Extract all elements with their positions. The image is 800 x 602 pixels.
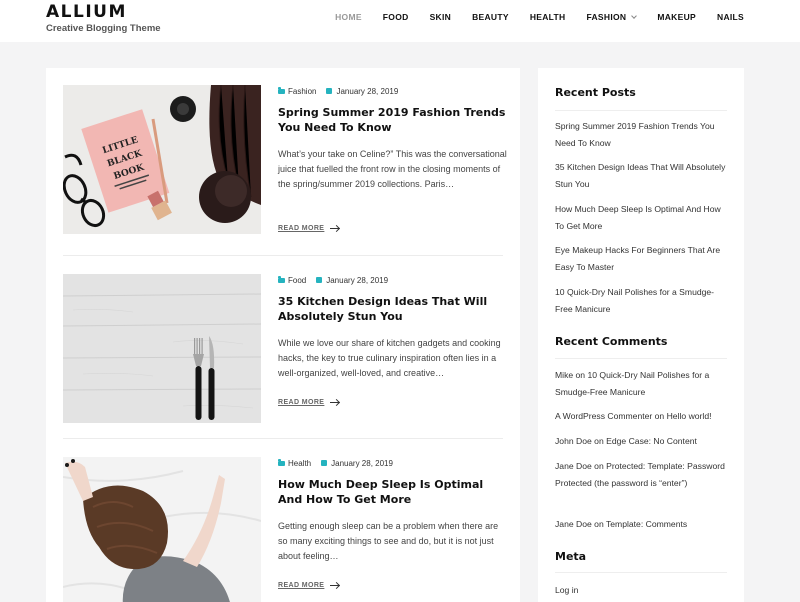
post-excerpt: What’s your take on Celine?” This was th… <box>278 149 507 189</box>
site-logo[interactable]: ALLIUM <box>46 2 127 22</box>
calendar-icon <box>326 88 333 94</box>
recent-post-link[interactable]: Eye Makeup Hacks For Beginners That Are … <box>555 242 731 275</box>
recent-comment-link[interactable]: Mike on 10 Quick-Dry Nail Polishes for a… <box>555 367 731 400</box>
arrow-right-icon <box>330 585 340 586</box>
read-more-label: READ MORE <box>278 582 325 589</box>
nav-item-health[interactable]: HEALTH <box>530 12 566 22</box>
folder-icon <box>278 276 285 283</box>
nav-item-makeup[interactable]: MAKEUP <box>657 12 696 22</box>
post-thumbnail[interactable]: LITTLE BLACK BOOK <box>63 85 261 234</box>
recent-comment-link[interactable]: Jane Doe on Protected: Template: Passwor… <box>555 458 731 491</box>
post-category[interactable]: Fashion <box>288 87 316 96</box>
recent-comment-link[interactable]: Jane Doe on Template: Comments <box>555 516 731 533</box>
post-date[interactable]: January 28, 2019 <box>336 87 398 96</box>
read-more-link[interactable]: READ MORE <box>278 399 340 406</box>
read-more-label: READ MORE <box>278 225 325 232</box>
post-excerpt: While we love our share of kitchen gadge… <box>278 338 501 378</box>
arrow-right-icon <box>330 228 340 229</box>
site-tagline: Creative Blogging Theme <box>46 23 161 34</box>
post-body: Fashion January 28, 2019 Spring Summer 2… <box>278 85 508 232</box>
login-link[interactable]: Log in <box>555 582 731 599</box>
post-meta: Food January 28, 2019 <box>278 274 508 286</box>
recent-post-link[interactable]: Spring Summer 2019 Fashion Trends You Ne… <box>555 118 731 151</box>
folder-icon <box>278 87 285 94</box>
post-card: Health January 28, 2019 How Much Deep Sl… <box>63 457 503 602</box>
post-card: LITTLE BLACK BOOK Fashion January 28, 20… <box>63 85 507 235</box>
folder-icon <box>278 459 285 466</box>
main-nav: HOME FOOD SKIN BEAUTY HEALTH FASHION MAK… <box>314 12 744 22</box>
post-date[interactable]: January 28, 2019 <box>326 276 388 285</box>
arrow-right-icon <box>330 402 340 403</box>
recent-post-link[interactable]: How Much Deep Sleep Is Optimal And How T… <box>555 201 731 234</box>
post-title[interactable]: Spring Summer 2019 Fashion Trends You Ne… <box>278 105 508 135</box>
sidebar: Recent Posts Spring Summer 2019 Fashion … <box>538 68 744 602</box>
post-body: Health January 28, 2019 How Much Deep Sl… <box>278 457 508 589</box>
post-excerpt: Getting enough sleep can be a problem wh… <box>278 521 499 561</box>
recent-comment-link[interactable]: A WordPress Commenter on Hello world! <box>555 408 731 425</box>
cutlery-image <box>63 274 261 423</box>
read-more-link[interactable]: READ MORE <box>278 225 340 232</box>
post-divider <box>63 255 503 256</box>
site-header: ALLIUM Creative Blogging Theme HOME FOOD… <box>0 0 800 42</box>
nav-item-beauty[interactable]: BEAUTY <box>472 12 509 22</box>
post-divider <box>63 438 503 439</box>
widget-divider <box>555 358 727 359</box>
read-more-label: READ MORE <box>278 399 325 406</box>
post-category[interactable]: Health <box>288 459 311 468</box>
post-thumbnail[interactable] <box>63 457 261 602</box>
post-category[interactable]: Food <box>288 276 306 285</box>
calendar-icon <box>316 277 323 283</box>
nav-item-skin[interactable]: SKIN <box>430 12 452 22</box>
post-meta: Fashion January 28, 2019 <box>278 85 508 97</box>
chevron-down-icon <box>631 13 638 19</box>
post-body: Food January 28, 2019 35 Kitchen Design … <box>278 274 508 406</box>
post-list: LITTLE BLACK BOOK Fashion January 28, 20… <box>46 68 520 602</box>
nav-item-food[interactable]: FOOD <box>383 12 409 22</box>
nav-item-fashion[interactable]: FASHION <box>586 12 638 22</box>
recent-posts-title: Recent Posts <box>555 86 636 99</box>
widget-divider <box>555 572 727 573</box>
sleeping-woman-image <box>63 457 261 602</box>
recent-post-link[interactable]: 35 Kitchen Design Ideas That Will Absolu… <box>555 159 731 192</box>
calendar-icon <box>321 460 328 466</box>
read-more-link[interactable]: READ MORE <box>278 582 340 589</box>
post-title[interactable]: 35 Kitchen Design Ideas That Will Absolu… <box>278 294 508 324</box>
post-card: Food January 28, 2019 35 Kitchen Design … <box>63 274 503 424</box>
post-date[interactable]: January 28, 2019 <box>331 459 393 468</box>
nav-item-nails[interactable]: NAILS <box>717 12 744 22</box>
recent-post-link[interactable]: 10 Quick-Dry Nail Polishes for a Smudge-… <box>555 284 731 317</box>
recent-comments-title: Recent Comments <box>555 335 668 348</box>
post-title[interactable]: How Much Deep Sleep Is Optimal And How T… <box>278 477 508 507</box>
recent-comment-link[interactable]: John Doe on Edge Case: No Content <box>555 433 731 450</box>
nav-item-fashion-label: FASHION <box>586 12 627 22</box>
post-meta: Health January 28, 2019 <box>278 457 508 469</box>
nav-item-home[interactable]: HOME <box>335 12 362 22</box>
widget-divider <box>555 110 727 111</box>
meta-title: Meta <box>555 550 587 563</box>
post-thumbnail[interactable] <box>63 274 261 423</box>
flatlay-image: LITTLE BLACK BOOK <box>63 85 261 234</box>
